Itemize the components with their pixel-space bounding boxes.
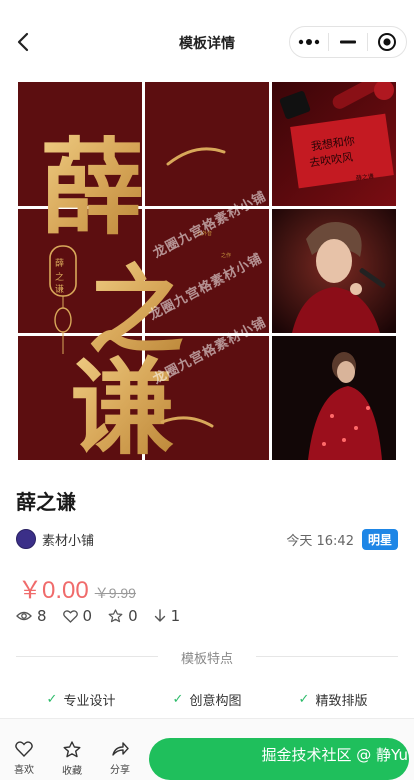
grid-cell-7	[18, 336, 142, 460]
avatar[interactable]	[16, 529, 36, 549]
check-icon: ✓	[172, 692, 184, 707]
singer-stage-photo	[272, 336, 396, 460]
feature-label: 专业设计	[63, 694, 116, 709]
minimize-button[interactable]	[329, 27, 367, 57]
eye-icon	[16, 611, 32, 621]
close-miniapp-button[interactable]	[368, 27, 406, 57]
grid-cell-4	[18, 209, 142, 333]
feature-label: 创意构图	[189, 694, 242, 709]
divider-right	[256, 656, 398, 657]
share-button[interactable]: 分享	[102, 741, 138, 776]
category-badge[interactable]: 明星	[361, 528, 398, 550]
arrow-down-icon	[154, 609, 165, 622]
price-row: ￥0.00 ￥9.99	[18, 570, 136, 605]
likes-stat: 0	[62, 607, 93, 625]
downloads-count: 1	[170, 607, 181, 625]
grid-cell-2	[145, 82, 269, 206]
more-dots-icon	[298, 39, 320, 45]
star-icon	[108, 609, 123, 623]
star-icon	[63, 741, 81, 758]
like-button[interactable]: 喜欢	[6, 741, 42, 776]
grid-cell-3: 我想和你 去吹吹风 薛之谦	[272, 82, 396, 206]
favorite-label: 收藏	[62, 766, 82, 777]
feature-label: 精致排版	[315, 694, 368, 709]
heart-icon	[15, 741, 33, 757]
share-icon	[112, 742, 129, 756]
cta-overlay-text: 掘金技术社区 @ 静Yu	[261, 746, 409, 764]
tiny-text-b: 之作	[221, 252, 231, 259]
downloads-stat: 1	[154, 607, 181, 625]
views-count: 8	[37, 607, 47, 625]
bottom-action-bar: 喜欢 收藏 分享 掘金技术社区 @ 静Yu	[0, 718, 414, 780]
check-icon: ✓	[46, 692, 58, 707]
template-title: 薛之谦	[16, 490, 76, 514]
singer-portrait-photo	[272, 209, 396, 333]
author-row: 素材小铺 今天 16:42 明星	[16, 527, 398, 551]
features-list: ✓ 专业设计 ✓ 创意构图 ✓ 精致排版	[0, 690, 414, 709]
minimize-icon	[340, 40, 356, 44]
views-stat: 8	[16, 607, 47, 625]
grid-cell-6	[272, 209, 396, 333]
feature-item: ✓ 创意构图	[173, 690, 242, 709]
heart-icon	[62, 609, 78, 623]
target-close-icon	[377, 33, 396, 51]
feature-item: ✓ 专业设计	[47, 690, 116, 709]
likes-count: 0	[82, 607, 93, 625]
stars-count: 0	[128, 607, 138, 625]
original-price: ￥9.99	[94, 585, 136, 601]
like-label: 喜欢	[14, 765, 34, 776]
more-button[interactable]	[290, 27, 328, 57]
stars-stat: 0	[108, 607, 138, 625]
miniapp-capsule	[289, 26, 407, 58]
grid-cell-9	[272, 336, 396, 460]
check-icon: ✓	[298, 692, 310, 707]
publish-time: 今天 16:42	[286, 533, 354, 549]
microphone-card-photo: 我想和你 去吹吹风 薛之谦	[272, 82, 396, 206]
nav-bar: 模板详情	[0, 0, 414, 70]
grid-cell-1	[18, 82, 142, 206]
favorite-button[interactable]: 收藏	[54, 741, 90, 777]
stats-row: 8 0 0 1	[16, 607, 196, 625]
author-name[interactable]: 素材小铺	[42, 530, 94, 549]
section-title: 模板特点	[180, 652, 233, 667]
template-preview-grid[interactable]: 我想和你 去吹吹风 薛之谦 九外音 之作 薛 之 谦 薛 之 谦 龙圈九宫格素材…	[18, 82, 396, 460]
feature-item: ✓ 精致排版	[299, 690, 368, 709]
share-label: 分享	[110, 765, 130, 776]
price: ￥0.00	[18, 577, 89, 604]
